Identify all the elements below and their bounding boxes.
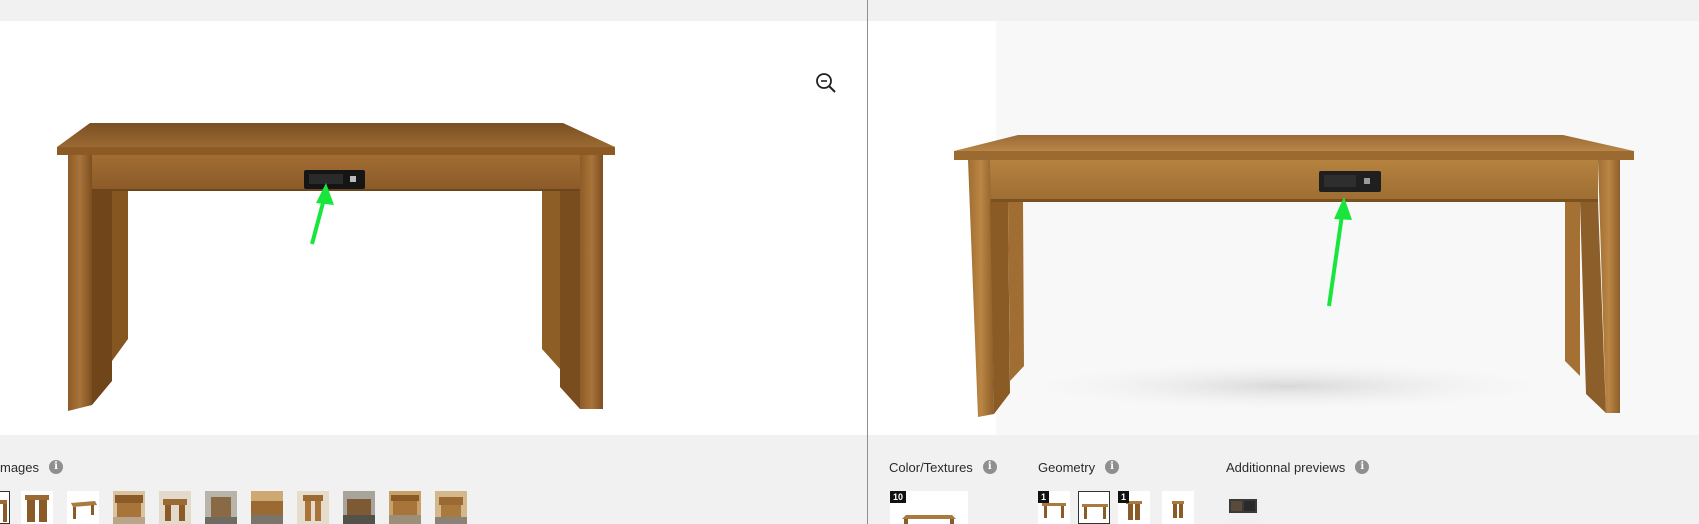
- image-thumbnail[interactable]: [297, 491, 329, 524]
- color-count-badge: 10: [890, 491, 907, 503]
- geometry-thumbnail[interactable]: 1: [1038, 491, 1070, 524]
- image-thumbnail[interactable]: [67, 491, 99, 524]
- image-thumbnail[interactable]: [435, 491, 467, 524]
- desk-render-right: [954, 21, 1699, 435]
- geometry-section-label: Geometry i: [1038, 458, 1120, 476]
- image-thumbnail[interactable]: [0, 491, 10, 524]
- previews-section-label: Additionnal previews i: [1226, 458, 1370, 476]
- zoom-out-icon[interactable]: [814, 71, 838, 95]
- geometry-thumbnail[interactable]: 1: [1118, 491, 1150, 524]
- image-thumbnail[interactable]: [113, 491, 145, 524]
- right-image-viewer[interactable]: [868, 21, 1699, 435]
- image-thumbnail[interactable]: [389, 491, 421, 524]
- images-label: mages: [0, 459, 40, 475]
- info-icon[interactable]: i: [1105, 460, 1120, 474]
- info-icon[interactable]: i: [49, 460, 64, 474]
- image-thumbnail[interactable]: [251, 491, 283, 524]
- images-section-label: mages i: [0, 458, 64, 476]
- geometry-label: Geometry: [1038, 459, 1096, 475]
- additional-preview-thumbnail[interactable]: [1227, 491, 1259, 524]
- image-thumbnail[interactable]: [159, 491, 191, 524]
- info-icon[interactable]: i: [982, 460, 997, 474]
- left-panel: mages i: [0, 0, 867, 524]
- image-thumbnail[interactable]: [205, 491, 237, 524]
- right-panel: Color/Textures i Geometry i Additionnal …: [868, 0, 1699, 524]
- color-textures-label: Color/Textures: [889, 459, 973, 475]
- desk-photo-left: [57, 123, 615, 411]
- color-texture-thumbnail[interactable]: 10: [890, 491, 968, 524]
- info-icon[interactable]: i: [1355, 460, 1370, 474]
- image-thumbnail[interactable]: [21, 491, 53, 524]
- arrow-icon: [310, 183, 334, 245]
- geometry-thumbnail-selected[interactable]: [1078, 491, 1110, 524]
- color-textures-section-label: Color/Textures i: [889, 458, 997, 476]
- image-thumbnail[interactable]: [343, 491, 375, 524]
- geometry-thumbnail[interactable]: [1162, 491, 1194, 524]
- previews-label: Additionnal previews: [1226, 459, 1346, 475]
- geometry-badge: 1: [1118, 491, 1130, 503]
- geometry-badge: 1: [1038, 491, 1050, 503]
- left-image-viewer[interactable]: [0, 21, 867, 435]
